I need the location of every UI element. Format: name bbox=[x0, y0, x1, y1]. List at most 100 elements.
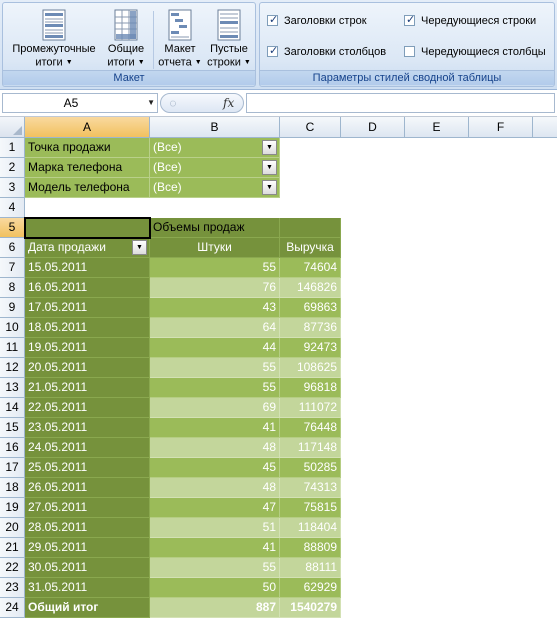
row-units-cell: 64 bbox=[150, 318, 280, 338]
column-header-f[interactable]: F bbox=[469, 117, 533, 138]
row-date-cell: 31.05.2011 bbox=[25, 578, 150, 598]
row-revenue-cell: 75815 bbox=[280, 498, 341, 518]
row-header[interactable]: 14 bbox=[0, 398, 25, 418]
row-units-cell: 41 bbox=[150, 538, 280, 558]
row-header[interactable]: 8 bbox=[0, 278, 25, 298]
row-date-cell: 30.05.2011 bbox=[25, 558, 150, 578]
grand-total-label: Общий итог bbox=[25, 598, 150, 618]
dropdown-arrow-icon: ▼ bbox=[65, 59, 73, 66]
filter-value-point[interactable]: (Все) bbox=[150, 138, 280, 158]
formula-controls: ◌ fx bbox=[160, 93, 244, 113]
banded-rows-checkbox[interactable] bbox=[404, 13, 415, 26]
circle-icon: ◌ bbox=[169, 96, 177, 110]
row-header[interactable]: 20 bbox=[0, 518, 25, 538]
row-header[interactable]: 16 bbox=[0, 438, 25, 458]
row-header[interactable]: 23 bbox=[0, 578, 25, 598]
values-header: Объемы продаж bbox=[150, 218, 280, 238]
filter-label-model: Модель телефона bbox=[25, 178, 150, 198]
row-header[interactable]: 6 bbox=[0, 238, 25, 258]
row-headers-checkbox[interactable] bbox=[267, 13, 278, 26]
insert-function-icon[interactable]: fx bbox=[223, 94, 234, 112]
row-date-cell: 15.05.2011 bbox=[25, 258, 150, 278]
row-header[interactable]: 9 bbox=[0, 298, 25, 318]
formula-input[interactable] bbox=[246, 93, 555, 113]
row-headers-option[interactable]: Заголовки строк bbox=[267, 13, 367, 27]
row-header[interactable]: 21 bbox=[0, 538, 25, 558]
row-revenue-cell: 76448 bbox=[280, 418, 341, 438]
row-header[interactable]: 19 bbox=[0, 498, 25, 518]
banded-rows-option[interactable]: Чередующиеся строки bbox=[404, 13, 536, 27]
grand-total-revenue: 1540279 bbox=[280, 598, 341, 618]
row-header[interactable]: 17 bbox=[0, 458, 25, 478]
row-units-cell: 41 bbox=[150, 418, 280, 438]
column-header-c[interactable]: C bbox=[280, 117, 341, 138]
grand-totals-icon bbox=[114, 9, 138, 41]
grand-totals-button[interactable]: Общие итоги ▼ bbox=[103, 6, 149, 72]
row-revenue-cell: 118404 bbox=[280, 518, 341, 538]
row-revenue-cell: 96818 bbox=[280, 378, 341, 398]
blank-rows-button[interactable]: Пустые строки ▼ bbox=[205, 6, 253, 72]
report-layout-button[interactable]: Макет отчета ▼ bbox=[156, 6, 204, 72]
column-header-d[interactable]: D bbox=[341, 117, 405, 138]
column-header-blank bbox=[533, 117, 557, 138]
row-units-cell: 55 bbox=[150, 258, 280, 278]
row-date-cell: 29.05.2011 bbox=[25, 538, 150, 558]
row-header[interactable]: 3 bbox=[0, 178, 25, 198]
column-headers-checkbox[interactable] bbox=[267, 44, 278, 57]
filter-label-brand: Марка телефона bbox=[25, 158, 150, 178]
row-header[interactable]: 10 bbox=[0, 318, 25, 338]
row-field-filter-icon[interactable]: ▼ bbox=[132, 240, 147, 255]
column-header-b[interactable]: B bbox=[150, 117, 280, 138]
banded-columns-option[interactable]: Чередующиеся столбцы bbox=[404, 46, 546, 58]
ribbon: Промежуточные итоги ▼ Общие итоги ▼ Маке… bbox=[0, 0, 557, 90]
row-units-cell: 48 bbox=[150, 438, 280, 458]
style-options-group: Заголовки строк Чередующиеся строки Заго… bbox=[259, 2, 555, 87]
row-units-cell: 45 bbox=[150, 458, 280, 478]
revenue-column-header: Выручка bbox=[280, 238, 341, 258]
report-layout-label-2: отчета bbox=[158, 56, 192, 69]
filter-label-point: Точка продажи bbox=[25, 138, 150, 158]
row-date-cell: 22.05.2011 bbox=[25, 398, 150, 418]
row-revenue-cell: 50285 bbox=[280, 458, 341, 478]
row-header[interactable]: 12 bbox=[0, 358, 25, 378]
style-options-caption: Параметры стилей сводной таблицы bbox=[260, 70, 554, 85]
column-headers-option[interactable]: Заголовки столбцов bbox=[267, 44, 386, 58]
row-header[interactable]: 18 bbox=[0, 478, 25, 498]
row-revenue-cell: 62929 bbox=[280, 578, 341, 598]
column-header-a[interactable]: A bbox=[25, 117, 150, 138]
row-header[interactable]: 1 bbox=[0, 138, 25, 158]
row-header[interactable]: 7 bbox=[0, 258, 25, 278]
filter-dropdown-icon[interactable]: ▼ bbox=[262, 160, 277, 175]
dropdown-arrow-icon: ▼ bbox=[137, 59, 145, 66]
row-units-cell: 44 bbox=[150, 338, 280, 358]
row-header[interactable]: 15 bbox=[0, 418, 25, 438]
grand-totals-label-1: Общие bbox=[107, 43, 145, 55]
row-header[interactable]: 4 bbox=[0, 198, 25, 218]
chevron-down-icon[interactable]: ▼ bbox=[147, 94, 155, 112]
filter-value-model[interactable]: (Все) bbox=[150, 178, 280, 198]
row-header[interactable]: 24 bbox=[0, 598, 25, 618]
select-all-corner[interactable] bbox=[0, 117, 25, 138]
subtotals-icon bbox=[42, 9, 66, 41]
row-revenue-cell: 108625 bbox=[280, 358, 341, 378]
units-column-header: Штуки bbox=[150, 238, 280, 258]
row-date-cell: 27.05.2011 bbox=[25, 498, 150, 518]
row-header[interactable]: 11 bbox=[0, 338, 25, 358]
filter-value-brand[interactable]: (Все) bbox=[150, 158, 280, 178]
row-header[interactable]: 5 bbox=[0, 218, 25, 238]
row-header[interactable]: 13 bbox=[0, 378, 25, 398]
banded-columns-checkbox[interactable] bbox=[404, 46, 415, 57]
row-header[interactable]: 2 bbox=[0, 158, 25, 178]
row-date-cell: 23.05.2011 bbox=[25, 418, 150, 438]
filter-dropdown-icon[interactable]: ▼ bbox=[262, 180, 277, 195]
filter-dropdown-icon[interactable]: ▼ bbox=[262, 140, 277, 155]
row-date-cell: 26.05.2011 bbox=[25, 478, 150, 498]
name-box[interactable]: A5 ▼ bbox=[2, 93, 158, 113]
row-header[interactable]: 22 bbox=[0, 558, 25, 578]
subtotals-button[interactable]: Промежуточные итоги ▼ bbox=[6, 6, 102, 72]
row-revenue-cell: 74604 bbox=[280, 258, 341, 278]
column-header-e[interactable]: E bbox=[405, 117, 469, 138]
row-date-cell: 18.05.2011 bbox=[25, 318, 150, 338]
layout-group: Промежуточные итоги ▼ Общие итоги ▼ Маке… bbox=[2, 2, 256, 87]
pivot-corner-cell[interactable] bbox=[25, 218, 150, 238]
